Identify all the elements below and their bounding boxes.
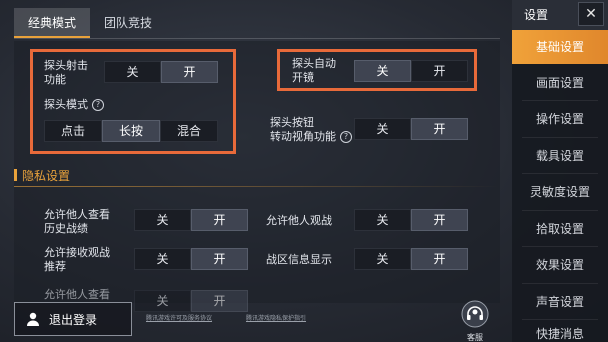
privacy-toggle-view-history: 关 开: [134, 209, 248, 231]
peek-button-view-off[interactable]: 关: [354, 118, 411, 140]
peek-fire-toggle: 关 开: [104, 61, 218, 83]
peek-mode-mixed[interactable]: 混合: [160, 120, 218, 142]
privacy-row-label: 允许接收观战 推荐: [44, 246, 110, 273]
sidebar-title: 设置: [524, 8, 549, 22]
customer-service-label: 客服: [467, 333, 483, 342]
customer-service-button[interactable]: 客服: [458, 300, 492, 342]
tabs-divider: [14, 38, 500, 39]
sidebar-item-vehicle[interactable]: 载具设置: [512, 139, 608, 173]
help-icon[interactable]: ?: [340, 131, 352, 143]
peek-button-view-label: 探头按钮 转动视角功能?: [270, 116, 352, 144]
toggle-off[interactable]: 关: [134, 248, 191, 270]
privacy-row-label: 战区信息显示: [266, 253, 332, 266]
peek-mode-selector: 点击 长按 混合: [44, 120, 218, 142]
logout-button[interactable]: 退出登录: [14, 302, 132, 336]
sidebar-item-graphics[interactable]: 画面设置: [512, 66, 608, 100]
privacy-row-label: 允许他人查看: [44, 288, 110, 301]
sidebar-divider: [522, 100, 598, 101]
toggle-on[interactable]: 开: [191, 248, 248, 270]
toggle-off[interactable]: 关: [354, 209, 411, 231]
mode-tabs: 经典模式 团队竞技: [14, 8, 166, 38]
sidebar-divider: [522, 210, 598, 211]
close-icon[interactable]: ✕: [578, 2, 604, 26]
headset-icon: [461, 300, 489, 328]
toggle-on[interactable]: 开: [191, 290, 248, 312]
privacy-toggle-spectate: 关 开: [354, 209, 468, 231]
auto-peek-scope-toggle: 关 开: [354, 60, 468, 82]
peek-fire-label: 探头射击 功能: [44, 59, 88, 86]
toggle-off[interactable]: 关: [354, 248, 411, 270]
toggle-on[interactable]: 开: [191, 209, 248, 231]
toggle-off[interactable]: 关: [134, 209, 191, 231]
privacy-row-label: 允许他人观战: [266, 214, 332, 227]
privacy-row-label: 允许他人查看 历史战绩: [44, 208, 110, 235]
logout-label: 退出登录: [49, 312, 98, 327]
auto-peek-scope-label: 探头自动 开镜: [292, 57, 336, 84]
sidebar-item-audio[interactable]: 声音设置: [512, 285, 608, 319]
license-agreement-link[interactable]: 腾讯游戏许可及服务协议: [146, 313, 212, 322]
help-icon[interactable]: ?: [92, 99, 104, 111]
peek-button-view-on[interactable]: 开: [411, 118, 468, 140]
toggle-on[interactable]: 开: [411, 209, 468, 231]
sidebar-divider: [522, 246, 598, 247]
sidebar-divider: [522, 319, 598, 320]
sidebar-item-controls[interactable]: 操作设置: [512, 102, 608, 136]
privacy-toggle-partial: 关 开: [134, 290, 248, 312]
sidebar-divider: [522, 137, 598, 138]
peek-mode-label: 探头模式?: [44, 98, 104, 112]
section-divider: [14, 186, 500, 187]
privacy-section-title: 隐私设置: [22, 169, 71, 183]
tab-classic-mode[interactable]: 经典模式: [14, 8, 91, 38]
peek-mode-hold[interactable]: 长按: [102, 120, 160, 142]
privacy-toggle-spectate-recommend: 关 开: [134, 248, 248, 270]
sidebar-divider: [522, 173, 598, 174]
peek-mode-tap[interactable]: 点击: [44, 120, 102, 142]
sidebar-item-effects[interactable]: 效果设置: [512, 248, 608, 282]
sidebar-item-basic[interactable]: 基础设置: [512, 30, 608, 64]
peek-button-view-toggle: 关 开: [354, 118, 468, 140]
peek-fire-on[interactable]: 开: [161, 61, 218, 83]
auto-peek-scope-on[interactable]: 开: [411, 60, 468, 82]
auto-peek-scope-off[interactable]: 关: [354, 60, 411, 82]
privacy-toggle-zone-info: 关 开: [354, 248, 468, 270]
peek-fire-off[interactable]: 关: [104, 61, 161, 83]
toggle-off[interactable]: 关: [134, 290, 191, 312]
sidebar-item-quick-messages[interactable]: 快捷消息: [512, 321, 608, 342]
tab-team-deathmatch[interactable]: 团队竞技: [90, 8, 166, 38]
section-marker: [14, 169, 17, 181]
toggle-on[interactable]: 开: [411, 248, 468, 270]
sidebar-item-pickup[interactable]: 拾取设置: [512, 212, 608, 246]
sidebar-divider: [522, 283, 598, 284]
privacy-policy-link[interactable]: 腾讯游戏隐私保护指引: [246, 313, 306, 322]
sidebar-item-sensitivity[interactable]: 灵敏度设置: [512, 175, 608, 209]
user-icon: [27, 312, 39, 326]
